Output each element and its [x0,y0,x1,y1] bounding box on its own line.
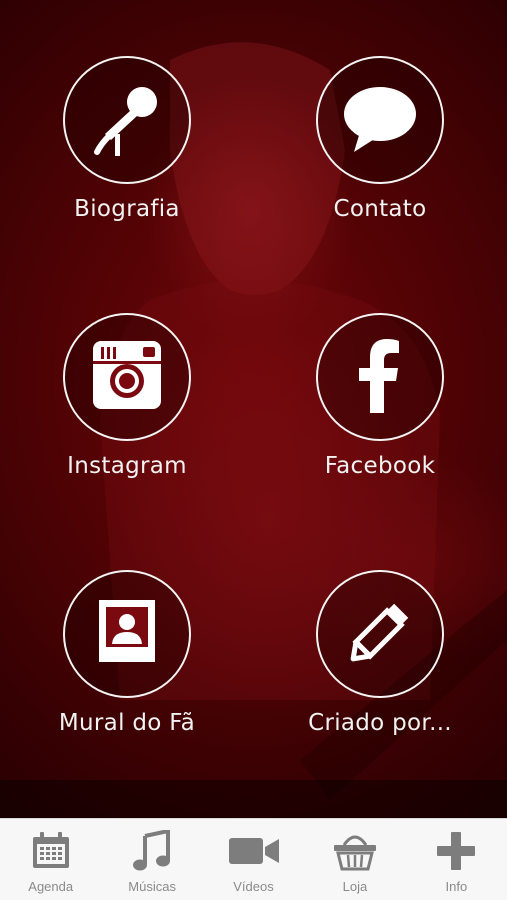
calendar-icon [31,832,71,874]
portrait-icon [79,584,175,684]
tab-loja[interactable]: Loja [304,819,405,900]
tab-label: Loja [342,879,368,894]
speech-bubble-icon [332,70,428,170]
tab-agenda[interactable]: Agenda [0,819,101,900]
menu-item-label: Biografia [74,196,180,222]
menu-item-circle[interactable] [316,313,444,441]
menu-item-biografia[interactable]: Biografia [27,56,227,256]
pencil-icon [332,584,428,684]
tab-label: Vídeos [233,879,274,894]
menu-item-circle[interactable] [316,56,444,184]
tab-info[interactable]: Info [406,819,507,900]
menu-item-criado-por[interactable]: Criado por... [280,570,480,770]
tab-musicas[interactable]: Músicas [101,819,202,900]
facebook-icon [332,327,428,427]
instagram-icon [79,327,175,427]
tab-label: Agenda [28,879,74,894]
plus-icon [436,831,476,875]
menu-item-label: Criado por... [308,710,452,736]
menu-item-circle[interactable] [316,570,444,698]
menu-item-label: Mural do Fã [58,710,196,736]
menu-item-label: Instagram [67,453,187,479]
tab-bar: Agenda Músicas Vídeos Loja Info [0,818,507,900]
menu-item-circle[interactable] [63,570,191,698]
menu-item-label: Contato [333,196,427,222]
video-camera-icon [228,835,280,871]
shopping-basket-icon [332,831,378,875]
menu-grid: Biografia Contato Instagram Facebook Mur… [0,0,507,818]
tab-label: Músicas [128,879,176,894]
tab-videos[interactable]: Vídeos [203,819,304,900]
app-screen: Biografia Contato Instagram Facebook Mur… [0,0,507,900]
microphone-icon [79,70,175,170]
tab-label: Info [445,879,468,894]
music-note-icon [132,828,172,876]
menu-item-circle[interactable] [63,56,191,184]
menu-item-facebook[interactable]: Facebook [280,313,480,513]
menu-item-contato[interactable]: Contato [280,56,480,256]
menu-item-mural-do-fa[interactable]: Mural do Fã [27,570,227,770]
menu-item-instagram[interactable]: Instagram [27,313,227,513]
menu-item-circle[interactable] [63,313,191,441]
menu-item-label: Facebook [324,453,436,479]
